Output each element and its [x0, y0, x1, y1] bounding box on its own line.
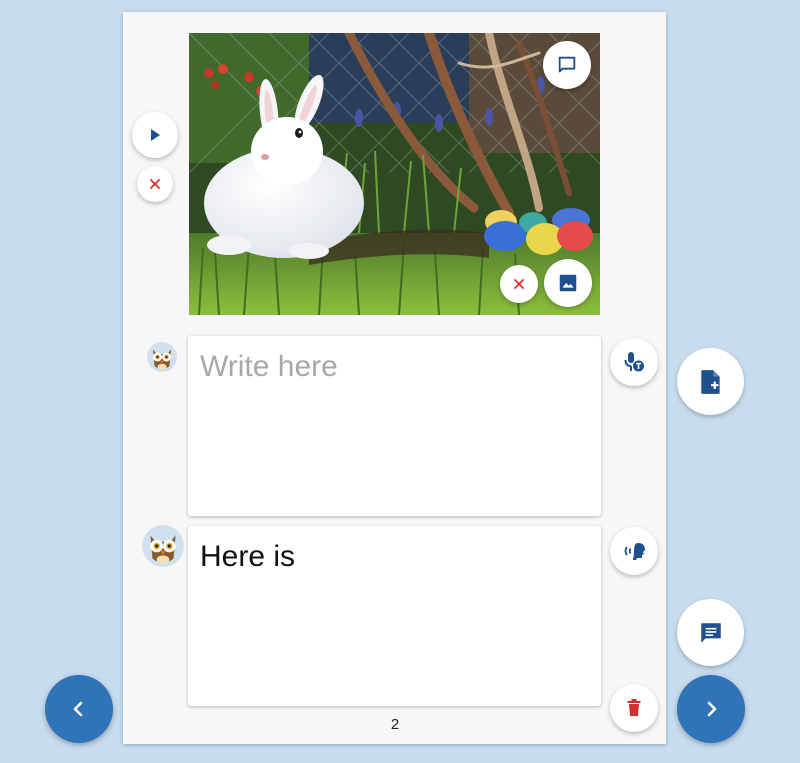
text-block-placeholder: Write here [200, 350, 338, 383]
chevron-right-icon [707, 701, 717, 717]
close-icon [150, 179, 160, 189]
add-page-button[interactable] [677, 348, 744, 415]
add-comment-button[interactable] [677, 599, 744, 666]
trash-icon [627, 699, 641, 716]
comment-filled-icon [700, 622, 721, 643]
chevron-left-icon [73, 701, 83, 717]
image-icon [559, 274, 577, 292]
owl-icon [147, 342, 177, 372]
previous-page-button[interactable] [45, 675, 113, 743]
text-block-value: Here is [200, 540, 296, 573]
mic-text-icon [624, 352, 644, 372]
owl-icon [142, 525, 184, 567]
change-image-button[interactable] [544, 259, 592, 307]
text-to-speech-button[interactable] [610, 527, 658, 575]
chat-bubble-outline-icon [558, 56, 576, 73]
image-comment-button[interactable] [543, 41, 591, 89]
close-icon [514, 279, 524, 289]
speech-to-text-button[interactable] [610, 338, 658, 386]
text-block-2[interactable]: Here is [188, 526, 601, 706]
page-number: 2 [390, 716, 400, 733]
note-add-icon [700, 369, 720, 394]
bunny-photo [189, 33, 600, 315]
remove-audio-button[interactable] [137, 166, 173, 202]
delete-block-button[interactable] [610, 684, 658, 732]
owl-avatar [142, 525, 184, 567]
next-page-button[interactable] [677, 675, 745, 743]
page-image [189, 33, 600, 315]
owl-avatar [147, 342, 177, 372]
speaking-head-icon [624, 543, 645, 560]
play-icon [151, 129, 160, 141]
remove-image-button[interactable] [500, 265, 538, 303]
easter-eggs [484, 208, 593, 255]
play-audio-button[interactable] [132, 112, 178, 158]
text-block-1[interactable]: Write here [188, 336, 601, 516]
